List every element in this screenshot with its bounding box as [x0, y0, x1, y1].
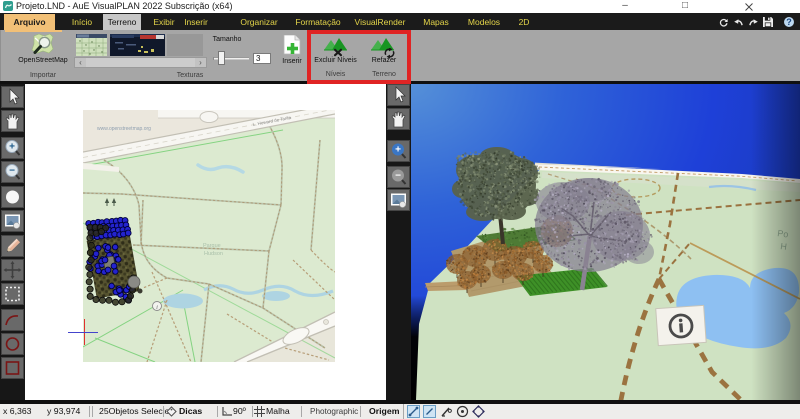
svg-text:i: i [156, 304, 158, 311]
svg-text:−: − [395, 171, 401, 182]
svg-text:Parque: Parque [203, 243, 221, 249]
svg-text:+: + [9, 142, 15, 153]
svg-text:www.openstreetmap.org: www.openstreetmap.org [97, 126, 151, 132]
svg-text:−: − [9, 166, 15, 177]
svg-text:+: + [395, 145, 401, 156]
svg-text:Hudson: Hudson [204, 251, 223, 257]
